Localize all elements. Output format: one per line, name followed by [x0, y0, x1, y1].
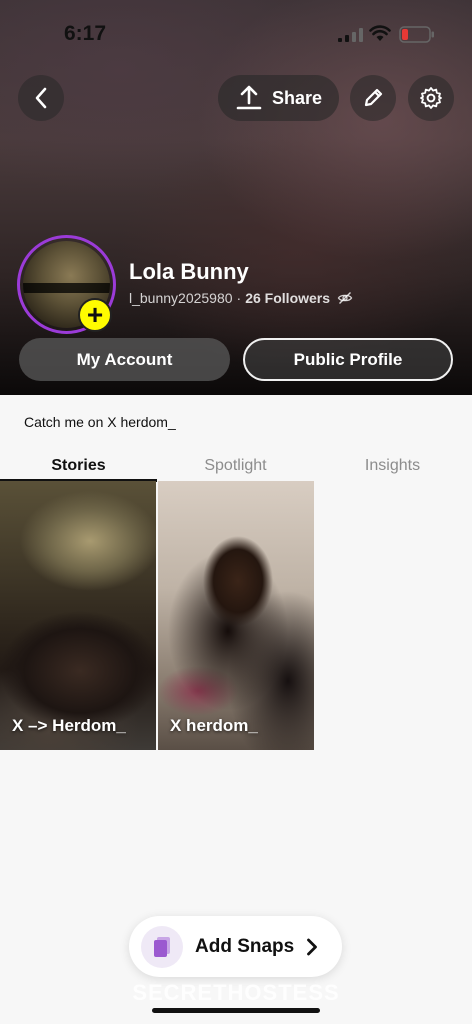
- followers-count[interactable]: 26 Followers: [245, 290, 330, 306]
- status-time: 6:17: [64, 22, 107, 45]
- snaps-icon: [154, 936, 170, 957]
- edit-button[interactable]: [350, 75, 396, 121]
- profile-tabs: Stories Spotlight Insights: [0, 448, 472, 482]
- add-snaps-label: Add Snaps: [195, 935, 295, 957]
- tab-stories[interactable]: Stories: [0, 448, 157, 482]
- share-button[interactable]: Share: [218, 75, 339, 121]
- story-thumbnail: [158, 481, 314, 750]
- snaps-icon-wrap: [141, 925, 183, 968]
- story-label: X herdom_: [170, 716, 258, 735]
- meta-separator: ·: [236, 290, 242, 306]
- story-label: X –> Herdom_: [12, 716, 126, 735]
- profile-screen: 6:17 Share + Lola Bunny l_bunny2025980 ·…: [0, 0, 472, 1024]
- profile-meta: l_bunny2025980 · 26 Followers: [129, 290, 353, 306]
- username: l_bunny2025980: [129, 290, 233, 306]
- my-account-button[interactable]: My Account: [19, 338, 230, 381]
- watermark: SECRETHOSTESS: [132, 980, 340, 1005]
- back-icon: [35, 87, 47, 109]
- display-name: Lola Bunny: [129, 259, 249, 284]
- wifi-icon: [369, 25, 391, 41]
- battery-icon: [399, 26, 434, 43]
- story-tile[interactable]: X –> Herdom_: [0, 481, 156, 750]
- story-tile[interactable]: X herdom_: [158, 481, 314, 750]
- public-profile-button[interactable]: Public Profile: [243, 338, 453, 381]
- story-thumbnail: [0, 481, 156, 750]
- chevron-right-icon: [307, 938, 318, 955]
- profile-header: 6:17 Share + Lola Bunny l_bunny2025980 ·…: [0, 0, 472, 395]
- home-indicator: [152, 1008, 320, 1013]
- settings-button[interactable]: [408, 75, 454, 121]
- back-button[interactable]: [18, 75, 64, 121]
- tab-spotlight[interactable]: Spotlight: [157, 448, 314, 482]
- pencil-icon: [364, 88, 383, 107]
- profile-bio: Catch me on X herdom_: [24, 414, 176, 430]
- share-upload-icon: [236, 85, 262, 110]
- add-snaps-button[interactable]: Add Snaps: [129, 916, 342, 977]
- tab-insights[interactable]: Insights: [314, 448, 471, 482]
- eye-off-icon: [337, 292, 353, 304]
- add-story-badge[interactable]: +: [78, 298, 112, 332]
- gear-icon: [420, 87, 442, 109]
- avatar-caption-strip: [23, 283, 110, 293]
- status-bar: 6:17: [0, 0, 472, 60]
- share-label: Share: [272, 87, 323, 108]
- signal-icon: [338, 28, 363, 42]
